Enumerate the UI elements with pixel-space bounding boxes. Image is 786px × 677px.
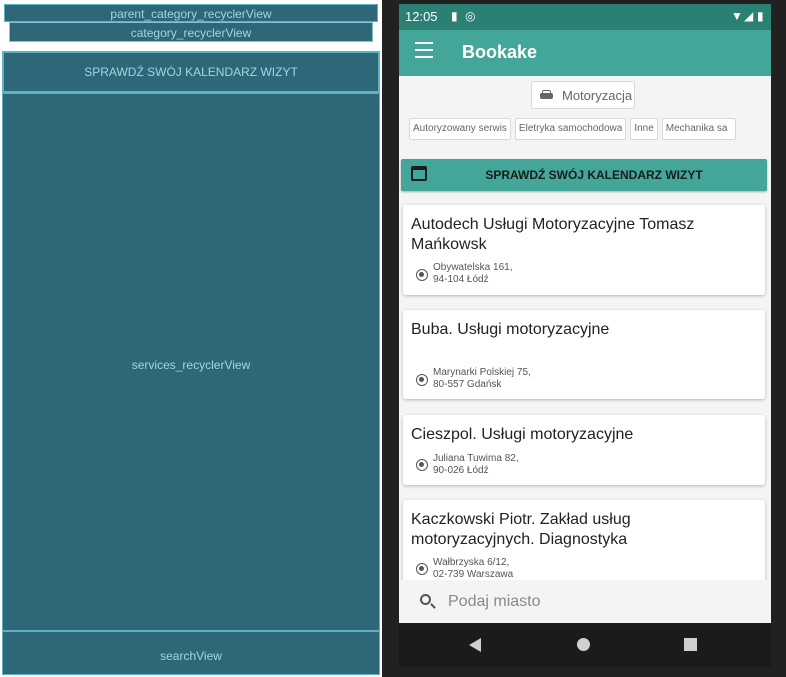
hamburger-menu-icon[interactable] xyxy=(415,42,433,62)
blueprint-category: category_recyclerView xyxy=(9,22,373,42)
category-chip[interactable]: Autoryzowany serwis xyxy=(409,118,511,140)
address-line-1: Marynarki Polskiej 75, xyxy=(433,367,531,378)
address-line-2: 02-739 Warszawa xyxy=(433,569,514,580)
category-chip[interactable]: Mechanika sa xyxy=(661,118,736,140)
service-card[interactable]: Buba. Usługi motoryzacyjne Marynarki Pol… xyxy=(403,310,765,399)
navigation-bar xyxy=(399,623,771,667)
service-card[interactable]: Autodech Usługi Motoryzacyjne Tomasz Mań… xyxy=(403,205,765,295)
sync-icon: ◎ xyxy=(465,9,476,23)
parent-category-chip[interactable]: Motoryzacja xyxy=(531,81,635,109)
calendar-button[interactable]: SPRAWDŹ SWÓJ KALENDARZ WIZYT xyxy=(401,159,767,191)
blueprint-services-label: services_recyclerView xyxy=(131,358,251,372)
location-icon xyxy=(416,269,428,281)
service-address: Marynarki Polskiej 75, 80-557 Gdańsk xyxy=(433,367,531,391)
blueprint-calendar-label: SPRAWDŹ SWÓJ KALENDARZ WIZYT xyxy=(84,65,298,79)
address-line-1: Juliana Tuwima 82, xyxy=(433,453,519,464)
battery-icon: ▮ xyxy=(757,9,764,23)
category-chip[interactable]: Inne xyxy=(630,118,658,140)
service-address: Juliana Tuwima 82, 90-026 Łódź xyxy=(433,453,519,477)
location-icon xyxy=(416,563,428,575)
blueprint-parent-category: parent_category_recyclerView xyxy=(4,4,378,22)
parent-category-label: Motoryzacja xyxy=(562,87,633,103)
address-line-1: Obywatelska 161, xyxy=(433,262,513,273)
blueprint-parent-category-label: parent_category_recyclerView xyxy=(110,7,272,21)
home-icon[interactable] xyxy=(577,638,590,651)
service-address: Obywatelska 161, 94-104 Łódź xyxy=(433,262,513,286)
blueprint-services: services_recyclerView xyxy=(2,93,380,631)
service-name: Autodech Usługi Motoryzacyjne Tomasz Mań… xyxy=(411,216,695,253)
category-chip[interactable]: Eletryka samochodowa xyxy=(514,118,627,140)
blueprint-calendar-button: SPRAWDŹ SWÓJ KALENDARZ WIZYT xyxy=(2,51,380,93)
layout-blueprint-pane: parent_category_recyclerView category_re… xyxy=(0,0,382,677)
wifi-icon: ▼ xyxy=(731,9,743,23)
address-line-2: 94-104 Łódź xyxy=(433,274,489,285)
location-icon xyxy=(416,459,428,471)
location-icon xyxy=(416,374,428,386)
category-list: Autoryzowany serwis Eletryka samochodowa I… xyxy=(409,118,740,142)
address-line-2: 90-026 Łódź xyxy=(433,465,489,476)
search-input[interactable]: Podaj miasto xyxy=(448,593,541,611)
address-line-2: 80-557 Gdańsk xyxy=(433,379,502,390)
service-name: Kaczkowski Piotr. Zakład usług motoryzac… xyxy=(411,511,631,548)
car-icon xyxy=(540,90,553,100)
back-icon[interactable] xyxy=(469,638,481,652)
status-time: 12:05 xyxy=(405,9,438,24)
app-title: Bookake xyxy=(462,42,538,62)
search-icon xyxy=(420,594,431,605)
search-bar[interactable]: Podaj miasto xyxy=(399,580,771,623)
service-name: Buba. Usługi motoryzacyjne xyxy=(411,321,610,338)
blueprint-category-label: category_recyclerView xyxy=(130,26,252,40)
status-bar: 12:05 ▮ ◎ ▼ ◢ ▮ xyxy=(399,4,771,30)
service-name: Cieszpol. Usługi motoryzacyjne xyxy=(411,426,634,443)
service-card[interactable]: Cieszpol. Usługi motoryzacyjne Juliana T… xyxy=(403,415,765,485)
address-line-1: Wałbrzyska 6/12, xyxy=(433,557,510,568)
blueprint-search: searchView xyxy=(2,631,380,675)
service-address: Wałbrzyska 6/12, 02-739 Warszawa xyxy=(433,557,513,580)
signal-icon: ◢ xyxy=(744,9,754,23)
sd-card-icon: ▮ xyxy=(451,9,458,23)
content-area: Motoryzacja Autoryzowany serwis Eletryka … xyxy=(399,76,771,580)
recent-apps-icon[interactable] xyxy=(684,638,697,651)
blueprint-search-label: searchView xyxy=(160,649,222,663)
service-card[interactable]: Kaczkowski Piotr. Zakład usług motoryzac… xyxy=(403,500,765,580)
app-bar: Bookake xyxy=(399,30,771,76)
calendar-button-label: SPRAWDŹ SWÓJ KALENDARZ WIZYT xyxy=(485,168,703,182)
